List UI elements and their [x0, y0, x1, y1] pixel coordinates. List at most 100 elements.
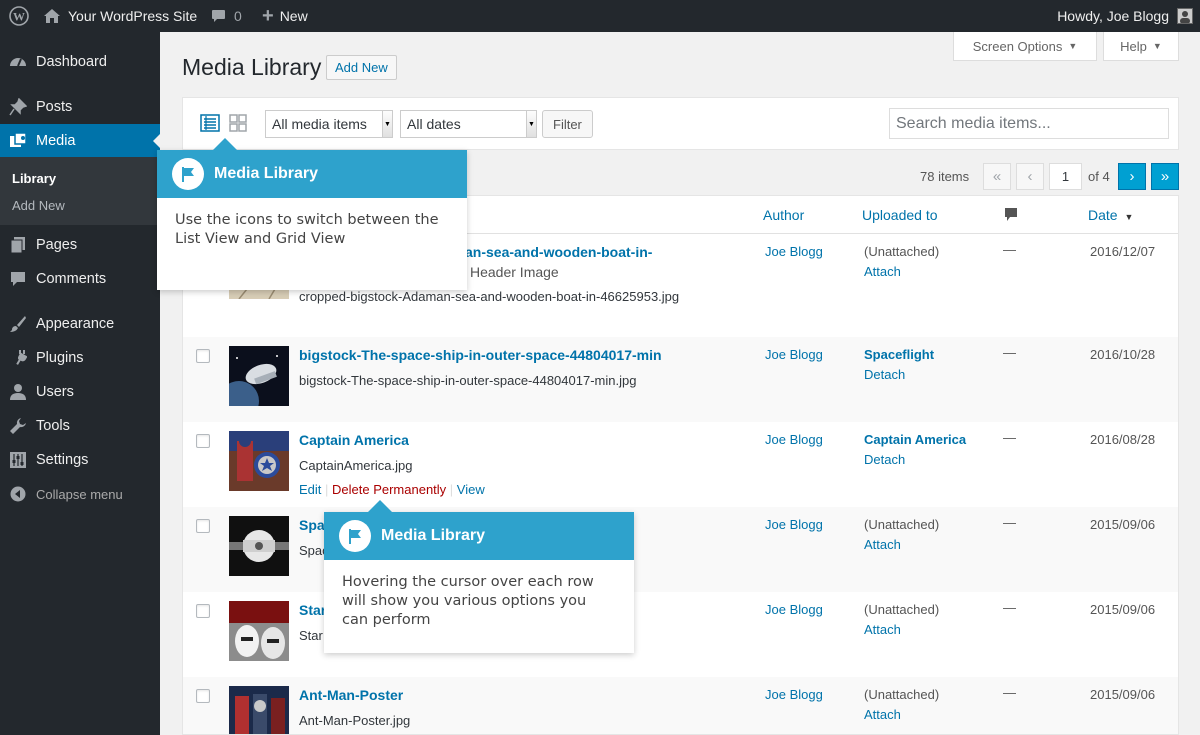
first-page-button[interactable]: « — [983, 163, 1011, 190]
uploaded-to: (Unattached) — [864, 244, 940, 259]
new-content-link[interactable]: + New — [262, 0, 308, 32]
sidebar-item-appearance[interactable]: Appearance — [0, 307, 160, 341]
pointer-header: Media Library — [324, 512, 634, 560]
last-page-button[interactable]: » — [1151, 163, 1179, 190]
plug-icon — [9, 349, 27, 367]
sidebar-item-label: Media — [36, 133, 76, 149]
sidebar-item-tools[interactable]: Tools — [0, 409, 160, 443]
screen-options-button[interactable]: Screen Options ▼ — [953, 32, 1097, 61]
comments-link[interactable]: 0 — [211, 0, 242, 32]
attach-link[interactable]: Attach — [864, 537, 901, 552]
author-link[interactable]: Joe Blogg — [765, 244, 823, 259]
author-link[interactable]: Joe Blogg — [765, 517, 823, 532]
screen-options-label: Screen Options — [972, 38, 1063, 54]
comment-icon — [9, 270, 27, 288]
admin-bar: W Your WordPress Site 0 + New Howdy, Joe… — [0, 0, 1200, 32]
new-label: New — [279, 8, 308, 24]
column-author[interactable]: Author — [763, 207, 804, 223]
column-uploaded-to[interactable]: Uploaded to — [862, 207, 938, 223]
row-checkbox[interactable] — [196, 434, 210, 448]
media-title-link[interactable]: Spa — [299, 517, 325, 533]
thumbnail-image — [229, 431, 289, 491]
uploaded-to-link[interactable]: Captain America — [864, 432, 966, 447]
comments-count: — — [1003, 515, 1016, 530]
view-link[interactable]: View — [457, 482, 485, 497]
sidebar-item-plugins[interactable]: Plugins — [0, 341, 160, 375]
author-link[interactable]: Joe Blogg — [765, 687, 823, 702]
table-row[interactable]: Ant-Man-Poster Ant-Man-Poster.jpg Joe Bl… — [183, 677, 1178, 734]
help-button[interactable]: Help ▼ — [1103, 32, 1179, 61]
comments-column-icon[interactable] — [1004, 207, 1018, 225]
help-label: Help — [1120, 38, 1147, 54]
author-link[interactable]: Joe Blogg — [765, 602, 823, 617]
media-title-link[interactable]: bigstock-The-space-ship-in-outer-space-4… — [299, 347, 662, 363]
wordpress-logo-icon[interactable]: W — [9, 0, 29, 32]
table-row[interactable]: bigstock-The-space-ship-in-outer-space-4… — [183, 337, 1178, 422]
row-checkbox[interactable] — [196, 519, 210, 533]
sidebar-item-dashboard[interactable]: Dashboard — [0, 45, 160, 79]
attach-link[interactable]: Attach — [864, 707, 901, 722]
search-input[interactable]: Search media items... — [889, 108, 1169, 139]
comments-count: — — [1003, 345, 1016, 360]
site-name-link[interactable]: Your WordPress Site — [43, 0, 197, 32]
media-title-link[interactable]: Star — [299, 602, 326, 618]
sort-down-icon: ▼ — [1124, 212, 1134, 222]
sidebar-item-settings[interactable]: Settings — [0, 443, 160, 477]
detach-link[interactable]: Detach — [864, 367, 905, 382]
help-pointer-view-toggle: Media Library Use the icons to switch be… — [157, 138, 467, 290]
thumbnail-image — [229, 601, 289, 661]
filter-button[interactable]: Filter — [542, 110, 593, 138]
sliders-icon — [9, 451, 27, 469]
sidebar-item-media[interactable]: Media — [0, 124, 161, 158]
comments-count: 0 — [234, 8, 242, 24]
upload-date: 2016/12/07 — [1090, 244, 1156, 259]
thumbnail-image — [229, 346, 289, 406]
submenu-library[interactable]: Library — [12, 171, 56, 186]
author-link[interactable]: Joe Blogg — [765, 347, 823, 362]
pages-icon — [9, 236, 27, 254]
pointer-arrow — [213, 126, 237, 150]
sidebar-item-label: Users — [36, 384, 74, 400]
collapse-menu-button[interactable]: Collapse menu — [0, 477, 160, 511]
sidebar-item-pages[interactable]: Pages — [0, 228, 160, 262]
media-type-select[interactable]: All media items ▼ — [265, 110, 393, 138]
submenu-add-new[interactable]: Add New — [12, 198, 65, 213]
sidebar-item-users[interactable]: Users — [0, 375, 160, 409]
file-name: Star — [299, 628, 323, 643]
add-new-button[interactable]: Add New — [326, 55, 397, 80]
account-menu[interactable]: Howdy, Joe Blogg — [1057, 0, 1193, 32]
prev-page-button[interactable]: ‹ — [1016, 163, 1044, 190]
table-row[interactable]: Captain America CaptainAmerica.jpg Edit … — [183, 422, 1178, 507]
upload-date: 2015/09/06 — [1090, 517, 1156, 532]
sidebar-item-posts[interactable]: Posts — [0, 90, 160, 124]
pointer-body: Use the icons to switch between the List… — [175, 212, 439, 247]
row-checkbox[interactable] — [196, 349, 210, 363]
media-icon — [9, 132, 27, 150]
media-title-link[interactable]: Captain America — [299, 432, 409, 448]
attach-link[interactable]: Attach — [864, 622, 901, 637]
flag-icon — [339, 520, 371, 552]
dashboard-icon — [9, 53, 27, 71]
plus-icon: + — [262, 4, 274, 27]
row-checkbox[interactable] — [196, 689, 210, 703]
next-page-button[interactable]: › — [1118, 163, 1146, 190]
media-title-link[interactable]: an-sea-and-wooden-boat-in- — [465, 244, 652, 260]
sidebar-item-comments[interactable]: Comments — [0, 262, 160, 296]
detach-link[interactable]: Detach — [864, 452, 905, 467]
uploaded-to-link[interactable]: Spaceflight — [864, 347, 934, 362]
current-page-input[interactable]: 1 — [1049, 163, 1082, 190]
avatar — [1177, 8, 1193, 24]
user-icon — [9, 383, 27, 401]
date-select[interactable]: All dates ▼ — [400, 110, 537, 138]
author-link[interactable]: Joe Blogg — [765, 432, 823, 447]
collapse-icon — [9, 485, 27, 503]
edit-link[interactable]: Edit — [299, 482, 321, 497]
upload-date: 2016/10/28 — [1090, 347, 1156, 362]
media-title-link[interactable]: Ant-Man-Poster — [299, 687, 403, 703]
caret-down-icon: ▼ — [1152, 41, 1162, 51]
attach-link[interactable]: Attach — [864, 264, 901, 279]
column-date[interactable]: Date ▼ — [1088, 207, 1133, 223]
media-filter-bar: All media items ▼ All dates ▼ Filter Sea… — [182, 97, 1179, 150]
caret-down-icon: ▼ — [1068, 41, 1078, 51]
row-checkbox[interactable] — [196, 604, 210, 618]
